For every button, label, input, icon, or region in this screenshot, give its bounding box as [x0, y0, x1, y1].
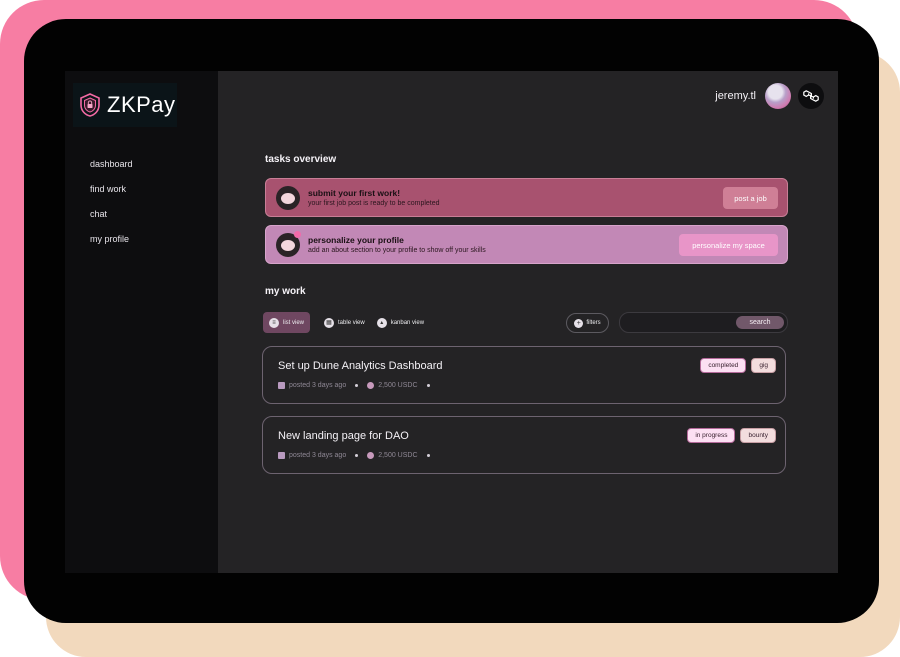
sidebar-item-chat[interactable]: chat	[90, 209, 133, 234]
username[interactable]: jeremy.tl	[715, 90, 756, 102]
sidebar-nav: dashboard find work chat my profile	[90, 159, 133, 259]
task-avatar	[276, 230, 301, 257]
job-card[interactable]: Set up Dune Analytics Dashboard posted 3…	[262, 346, 786, 404]
task-card-first-work: submit your first work! your first job p…	[265, 178, 788, 217]
task-title: submit your first work!	[308, 188, 401, 198]
task-subtitle: add an about section to your profile to …	[308, 247, 486, 254]
kanban-view-tab[interactable]: ▴ kanban view	[371, 312, 430, 333]
user-menu: jeremy.tl	[715, 83, 824, 109]
plus-icon: +	[574, 318, 584, 328]
job-title: Set up Dune Analytics Dashboard	[278, 360, 443, 372]
status-badge: completed	[700, 358, 747, 373]
network-button[interactable]	[798, 83, 824, 109]
job-amount: 2,500 USDC	[378, 382, 418, 389]
separator-dot	[355, 454, 359, 457]
main-content: jeremy.tl tasks overview submit your fir…	[218, 71, 838, 573]
money-bag-icon	[367, 452, 375, 459]
list-view-tab[interactable]: ≡ list view	[263, 312, 311, 333]
search-input[interactable]	[628, 316, 732, 329]
separator-dot	[426, 454, 430, 457]
table-view-tab[interactable]: ▦ table view	[318, 312, 371, 333]
job-title: New landing page for DAO	[278, 430, 409, 442]
logo-text: ZKPay	[107, 92, 176, 117]
list-icon: ≡	[269, 317, 279, 328]
job-posted: posted 3 days ago	[289, 452, 347, 459]
separator-dot	[355, 384, 359, 387]
task-subtitle: your first job post is ready to be compl…	[308, 200, 440, 207]
table-icon: ▦	[324, 317, 335, 328]
kanban-icon: ▴	[376, 317, 387, 328]
job-posted: posted 3 days ago	[289, 382, 347, 389]
task-avatar	[276, 185, 300, 210]
shield-lock-icon	[80, 93, 100, 117]
avatar[interactable]	[765, 83, 791, 109]
separator-dot	[426, 384, 430, 387]
job-card[interactable]: New landing page for DAO posted 3 days a…	[262, 416, 786, 474]
job-tags: completed gig	[700, 358, 776, 373]
task-title: personalize your profile	[308, 235, 404, 245]
type-badge: bounty	[740, 428, 776, 443]
sidebar: ZKPay dashboard find work chat my profil…	[65, 71, 218, 573]
search-bar: search	[619, 312, 788, 333]
calendar-icon	[278, 452, 285, 459]
personalize-button[interactable]: personalize my space	[679, 234, 778, 256]
post-job-button[interactable]: post a job	[723, 187, 778, 209]
task-card-personalize: personalize your profile add an about se…	[265, 225, 788, 264]
job-amount: 2,500 USDC	[378, 452, 418, 459]
polygon-icon	[803, 90, 819, 102]
sidebar-item-dashboard[interactable]: dashboard	[90, 159, 133, 184]
type-badge: gig	[751, 358, 776, 373]
search-button[interactable]: search	[736, 316, 784, 329]
tasks-overview-title: tasks overview	[265, 154, 337, 165]
job-tags: in progress bounty	[687, 428, 776, 443]
money-bag-icon	[367, 382, 375, 389]
calendar-icon	[278, 382, 285, 389]
sidebar-item-my-profile[interactable]: my profile	[90, 234, 133, 259]
job-meta: posted 3 days ago 2,500 USDC	[278, 382, 435, 389]
sidebar-item-find-work[interactable]: find work	[90, 184, 133, 209]
filters-button[interactable]: + filters	[566, 313, 609, 333]
status-badge: in progress	[687, 428, 736, 443]
app-logo[interactable]: ZKPay	[73, 83, 177, 127]
view-switcher: ≡ list view ▦ table view ▴ kanban view	[263, 312, 430, 333]
my-work-title: my work	[265, 286, 306, 297]
app-screen: ZKPay dashboard find work chat my profil…	[65, 71, 838, 573]
job-meta: posted 3 days ago 2,500 USDC	[278, 452, 435, 459]
